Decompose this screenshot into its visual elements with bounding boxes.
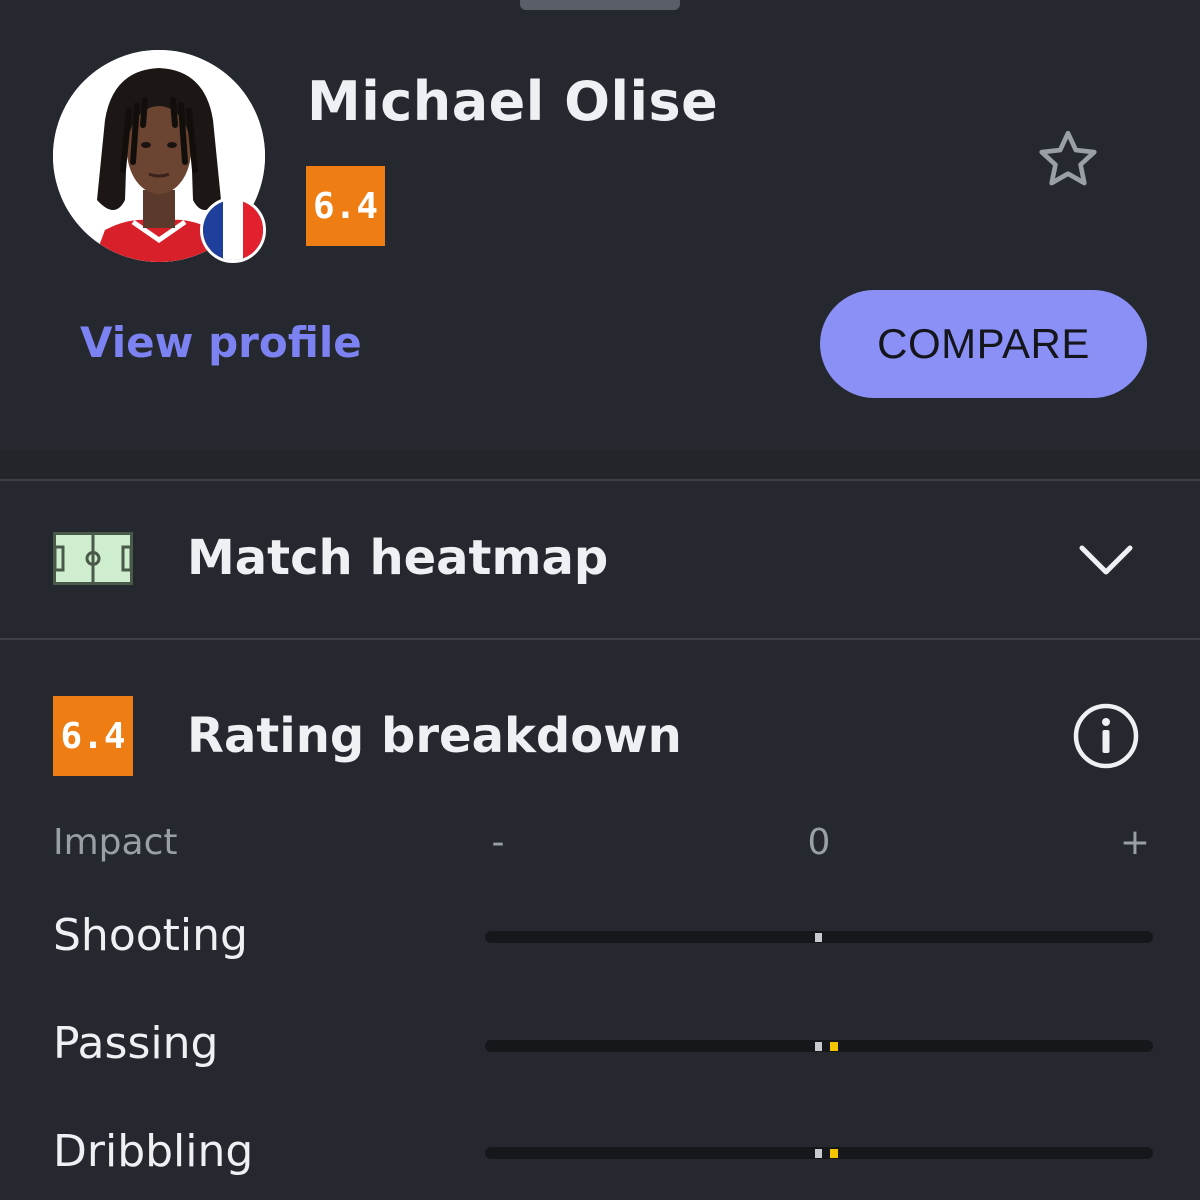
- impact-bar-shooting: [485, 931, 1153, 943]
- impact-value-marker: [830, 1149, 838, 1158]
- zero-marker: [815, 933, 822, 942]
- divider: [0, 638, 1200, 640]
- zero-marker: [815, 1042, 822, 1051]
- breakdown-rating-badge: 6.4: [53, 696, 133, 776]
- chevron-down-icon[interactable]: [1074, 536, 1138, 584]
- zero-marker: [815, 1149, 822, 1158]
- flag-stripe-white: [223, 200, 243, 260]
- sheet-drag-handle[interactable]: [520, 0, 680, 10]
- player-name: Michael Olise: [307, 70, 719, 133]
- info-icon[interactable]: [1072, 702, 1140, 770]
- heatmap-title: Match heatmap: [187, 530, 609, 586]
- flag-stripe-red: [243, 200, 263, 260]
- impact-bar-dribbling: [485, 1147, 1153, 1159]
- stat-label-dribbling: Dribbling: [53, 1126, 254, 1177]
- nationality-flag: [200, 197, 266, 263]
- impact-value-marker: [830, 1042, 838, 1051]
- scale-negative-label: -: [491, 822, 505, 863]
- player-rating-sheet: Michael Olise 6.4 View profile COMPARE M…: [0, 0, 1200, 1200]
- stat-label-passing: Passing: [53, 1018, 219, 1069]
- stat-label-shooting: Shooting: [53, 910, 248, 961]
- favorite-button[interactable]: [1028, 120, 1108, 200]
- impact-bar-passing: [485, 1040, 1153, 1052]
- view-profile-link[interactable]: View profile: [80, 318, 362, 367]
- divider: [0, 479, 1200, 481]
- compare-button[interactable]: COMPARE: [820, 290, 1147, 398]
- scale-zero-label: 0: [807, 822, 831, 863]
- star-outline-icon: [1039, 130, 1097, 186]
- scale-positive-label: +: [1119, 822, 1151, 863]
- rating-breakdown-title: Rating breakdown: [187, 708, 682, 764]
- player-rating-badge: 6.4: [306, 166, 385, 246]
- section-gap: [0, 450, 1200, 480]
- pitch-icon: [53, 532, 133, 585]
- impact-scale-label: Impact: [53, 822, 178, 863]
